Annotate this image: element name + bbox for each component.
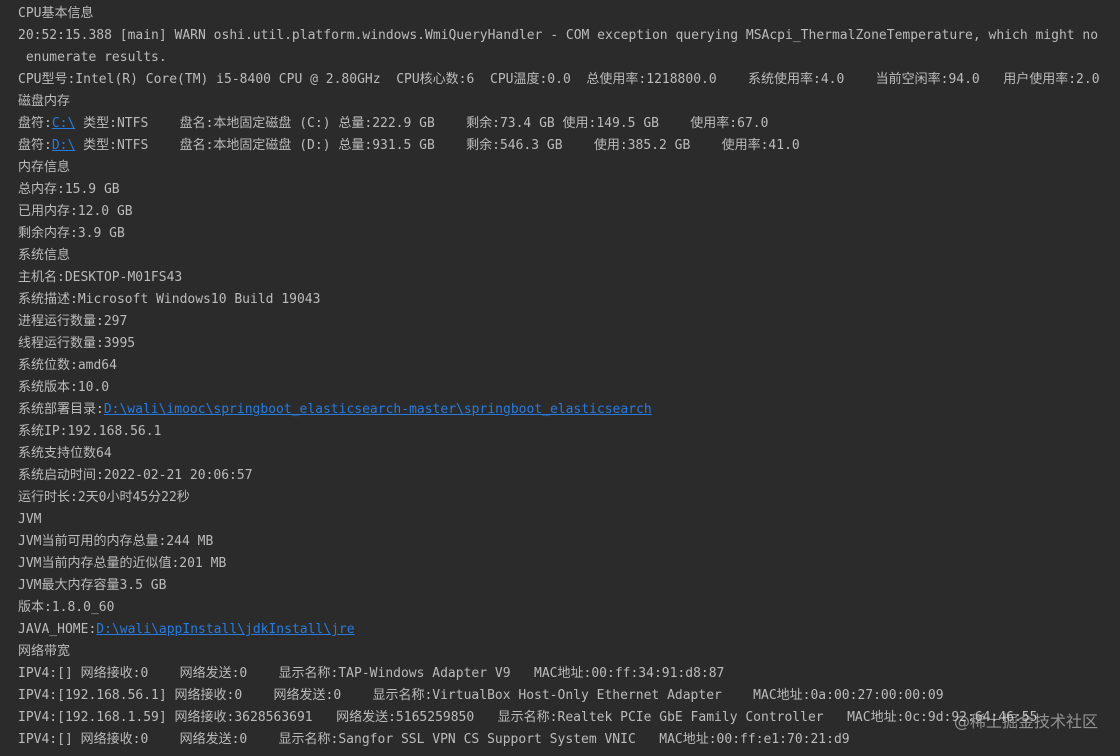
disk-d-path-link[interactable]: D:\ <box>52 138 75 153</box>
console-line-cpu-info: CPU型号:Intel(R) Core(TM) i5-8400 CPU @ 2.… <box>18 72 1100 87</box>
console-line-proc-count: 进程运行数量:297 <box>18 314 128 329</box>
console-line-net-section: 网络带宽 <box>18 644 71 659</box>
deploy-dir-path-link[interactable]: D:\wali\imooc\springboot_elasticsearch-m… <box>104 402 652 417</box>
disk-c-path-link[interactable]: C:\ <box>52 116 75 131</box>
console-line-jvm-section: JVM <box>18 512 42 527</box>
disk-d-details: 类型:NTFS 盘名:本地固定磁盘 (D:) 总量:931.5 GB 剩余:54… <box>75 138 800 153</box>
console-line-disk-d: 盘符:D:\ 类型:NTFS 盘名:本地固定磁盘 (D:) 总量:931.5 G… <box>18 135 800 157</box>
java-home-path-link[interactable]: D:\wali\appInstall\jdkInstall\jre <box>96 622 354 637</box>
console-line-mem-total: 总内存:15.9 GB <box>18 182 120 197</box>
console-line-sys-version: 系统版本:10.0 <box>18 380 110 395</box>
console-line-mem-used: 已用内存:12.0 GB <box>18 204 133 219</box>
console-line-net-tap-adapter: IPV4:[] 网络接收:0 网络发送:0 显示名称:TAP-Windows A… <box>18 666 725 681</box>
console-line-boot-time: 系统启动时间:2022-02-21 20:06:57 <box>18 468 253 483</box>
disk-d-prefix: 盘符: <box>18 138 52 153</box>
site-watermark: @稀土掘金技术社区 <box>953 712 1098 731</box>
console-line-jvm-total: JVM当前内存总量的近似值:201 MB <box>18 556 227 571</box>
console-line-java-home: JAVA_HOME:D:\wali\appInstall\jdkInstall\… <box>18 619 355 641</box>
console-line-java-version: 版本:1.8.0_60 <box>18 600 115 615</box>
console-line-cpu-section: CPU基本信息 <box>18 6 94 21</box>
console-line-uptime: 运行时长:2天0小时45分22秒 <box>18 490 190 505</box>
console-output[interactable]: CPU基本信息 20:52:15.388 [main] WARN oshi.ut… <box>0 0 1120 756</box>
console-line-hostname: 主机名:DESKTOP-M01FS43 <box>18 270 183 285</box>
console-line-thread-count: 线程运行数量:3995 <box>18 336 136 351</box>
console-line-mem-section: 内存信息 <box>18 160 71 175</box>
console-line-disk-section: 磁盘内存 <box>18 94 71 109</box>
console-line-jvm-max: JVM最大内存容量3.5 GB <box>18 578 167 593</box>
console-line-net-sangfor: IPV4:[] 网络接收:0 网络发送:0 显示名称:Sangfor SSL V… <box>18 732 850 747</box>
console-line-net-virtualbox: IPV4:[192.168.56.1] 网络接收:0 网络发送:0 显示名称:V… <box>18 688 944 703</box>
console-line-sys-desc: 系统描述:Microsoft Windows10 Build 19043 <box>18 292 321 307</box>
console-line-sys-section: 系统信息 <box>18 248 71 263</box>
console-line-deploy-dir: 系统部署目录:D:\wali\imooc\springboot_elastics… <box>18 399 652 421</box>
java-home-prefix: JAVA_HOME: <box>18 622 97 637</box>
console-line-jvm-avail: JVM当前可用的内存总量:244 MB <box>18 534 214 549</box>
console-line-sys-arch: 系统位数:amd64 <box>18 358 117 373</box>
console-line-sys-ip: 系统IP:192.168.56.1 <box>18 424 162 439</box>
disk-c-details: 类型:NTFS 盘名:本地固定磁盘 (C:) 总量:222.9 GB 剩余:73… <box>75 116 769 131</box>
console-line-warn-continued: enumerate results. <box>18 50 167 65</box>
disk-c-prefix: 盘符: <box>18 116 52 131</box>
console-line-net-realtek: IPV4:[192.168.1.59] 网络接收:3628563691 网络发送… <box>18 710 1038 725</box>
console-line-sys-bits: 系统支持位数64 <box>18 446 112 461</box>
console-line-warn: 20:52:15.388 [main] WARN oshi.util.platf… <box>18 28 1099 43</box>
deploy-dir-prefix: 系统部署目录: <box>18 402 104 417</box>
console-line-mem-free: 剩余内存:3.9 GB <box>18 226 125 241</box>
console-line-disk-c: 盘符:C:\ 类型:NTFS 盘名:本地固定磁盘 (C:) 总量:222.9 G… <box>18 113 768 135</box>
